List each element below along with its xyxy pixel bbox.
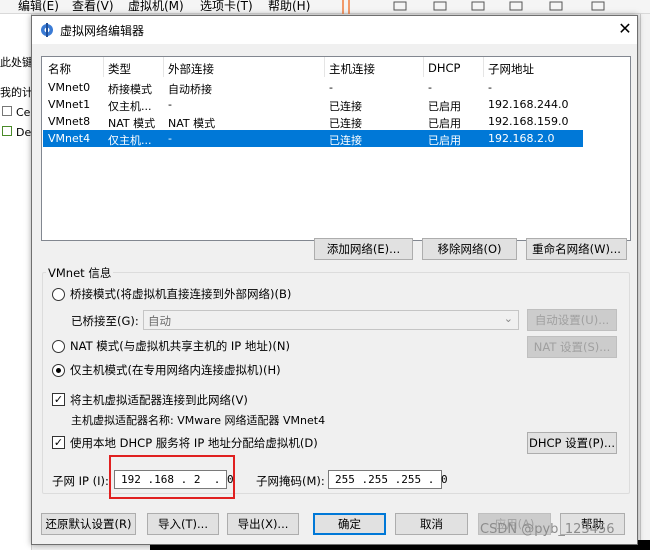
bridged-label[interactable]: 桥接模式(将虚拟机直接连接到外部网络)(B): [70, 286, 291, 302]
cell-name: VMnet0: [48, 81, 91, 94]
title-bar[interactable]: 虚拟网络编辑器 ✕: [32, 16, 637, 44]
cell-dhcp: -: [428, 81, 432, 94]
add-network-button[interactable]: 添加网络(E)...: [314, 238, 413, 260]
background-menubar: 编辑(E) 查看(V) 虚拟机(M) 选项卡(T) 帮助(H): [0, 0, 650, 14]
adapter-name-text: 主机虚拟适配器名称: VMware 网络适配器 VMnet4: [71, 414, 326, 427]
network-globe-icon: [41, 23, 53, 37]
bridged-to-value: 自动: [148, 314, 171, 328]
subnet-mask-label: 子网掩码(M):: [256, 474, 325, 488]
table-row-selected[interactable]: VMnet4 仅主机... - 已连接 已启用 192.168.2.0: [43, 130, 583, 147]
menu-help[interactable]: 帮助(H): [268, 0, 310, 14]
nat-radio[interactable]: [52, 340, 65, 353]
cell-name: VMnet1: [48, 98, 91, 111]
column-dhcp[interactable]: DHCP: [428, 61, 460, 75]
cell-host: -: [329, 81, 333, 94]
toolbar-icon[interactable]: [432, 0, 450, 14]
close-icon[interactable]: ✕: [615, 19, 635, 39]
cell-external: NAT 模式: [168, 117, 216, 130]
background-sidebar: 此处键 我的计 Ce De: [0, 14, 32, 550]
watermark: CSDN @pyb_123456: [480, 522, 615, 537]
sidebar-item-de[interactable]: De: [2, 126, 31, 139]
toolbar-icon[interactable]: [548, 0, 566, 14]
toolbar-icon[interactable]: [338, 0, 356, 14]
table-row[interactable]: VMnet0 桥接模式 自动桥接 - - -: [43, 79, 583, 96]
cell-type: 桥接模式: [108, 83, 152, 96]
cancel-button[interactable]: 取消: [395, 513, 468, 535]
rename-network-button[interactable]: 重命名网络(W)...: [526, 238, 627, 260]
sidebar-item-ce[interactable]: Ce: [2, 106, 30, 119]
import-button[interactable]: 导入(T)...: [147, 513, 219, 535]
menu-tabs[interactable]: 选项卡(T): [200, 0, 253, 14]
cell-external: -: [168, 132, 172, 145]
host-only-radio[interactable]: [52, 364, 65, 377]
cell-host: 已连接: [329, 100, 362, 113]
cell-subnet: 192.168.2.0: [488, 132, 555, 145]
chevron-down-icon: ⌄: [503, 312, 513, 325]
subnet-mask-field[interactable]: 255 .255 .255 . 0: [328, 470, 448, 489]
auto-settings-button[interactable]: 自动设置(U)...: [527, 309, 617, 331]
toolbar-icon[interactable]: [470, 0, 488, 14]
table-row[interactable]: VMnet1 仅主机... - 已连接 已启用 192.168.244.0: [43, 96, 583, 113]
sidebar-text: 此处键: [0, 56, 32, 69]
nat-settings-button[interactable]: NAT 设置(S)...: [527, 336, 617, 358]
subnet-ip-label: 子网 IP (I):: [52, 474, 109, 488]
use-dhcp-checkbox[interactable]: ✓: [52, 436, 65, 449]
bridged-to-select[interactable]: 自动 ⌄: [143, 310, 519, 330]
cell-external: 自动桥接: [168, 83, 212, 96]
network-list[interactable]: 名称 类型 外部连接 主机连接 DHCP 子网地址 VMnet0 桥接模式 自动…: [41, 56, 631, 241]
cell-host: 已连接: [329, 134, 362, 147]
cell-dhcp: 已启用: [428, 134, 461, 147]
cell-dhcp: 已启用: [428, 100, 461, 113]
column-type[interactable]: 类型: [108, 61, 131, 77]
cell-name: VMnet4: [48, 132, 91, 145]
column-subnet[interactable]: 子网地址: [488, 61, 534, 77]
column-name[interactable]: 名称: [48, 61, 71, 77]
column-external[interactable]: 外部连接: [168, 61, 214, 77]
virtual-network-editor-dialog: 虚拟网络编辑器 ✕ 名称 类型 外部连接 主机连接 DHCP 子网地址 VMne…: [31, 15, 638, 545]
cell-external: -: [168, 98, 172, 111]
background-edge: [640, 14, 650, 540]
toolbar-icon[interactable]: [590, 0, 608, 14]
cell-subnet: -: [488, 81, 492, 94]
group-title: VMnet 信息: [46, 265, 114, 281]
dhcp-settings-button[interactable]: DHCP 设置(P)...: [527, 432, 617, 454]
list-header: 名称 类型 外部连接 主机连接 DHCP 子网地址: [42, 57, 630, 77]
cell-subnet: 192.168.159.0: [488, 115, 569, 128]
cell-host: 已连接: [329, 117, 362, 130]
cell-dhcp: 已启用: [428, 117, 461, 130]
toolbar-icon[interactable]: [392, 0, 410, 14]
connect-adapter-checkbox[interactable]: ✓: [52, 393, 65, 406]
use-dhcp-label[interactable]: 使用本地 DHCP 服务将 IP 地址分配给虚拟机(D): [70, 435, 318, 451]
column-host[interactable]: 主机连接: [329, 61, 375, 77]
menu-edit[interactable]: 编辑(E): [18, 0, 59, 14]
table-row[interactable]: VMnet8 NAT 模式 NAT 模式 已连接 已启用 192.168.159…: [43, 113, 583, 130]
highlight-box: [109, 455, 235, 499]
bridged-to-label: 已桥接至(G):: [71, 314, 139, 328]
cell-name: VMnet8: [48, 115, 91, 128]
cell-type: 仅主机...: [108, 134, 152, 147]
restore-defaults-button[interactable]: 还原默认设置(R): [41, 513, 136, 535]
cell-type: 仅主机...: [108, 100, 152, 113]
menu-view[interactable]: 查看(V): [72, 0, 114, 14]
menu-vm[interactable]: 虚拟机(M): [128, 0, 184, 14]
sidebar-text: 我的计: [0, 86, 32, 99]
remove-network-button[interactable]: 移除网络(O): [422, 238, 517, 260]
host-only-label[interactable]: 仅主机模式(在专用网络内连接虚拟机)(H): [70, 362, 281, 378]
connect-adapter-label[interactable]: 将主机虚拟适配器连接到此网络(V): [70, 392, 248, 408]
toolbar-icon[interactable]: [508, 0, 526, 14]
nat-label[interactable]: NAT 模式(与虚拟机共享主机的 IP 地址)(N): [70, 338, 290, 354]
cell-type: NAT 模式: [108, 117, 156, 130]
bridged-radio[interactable]: [52, 288, 65, 301]
cell-subnet: 192.168.244.0: [488, 98, 569, 111]
dialog-title: 虚拟网络编辑器: [60, 24, 145, 38]
ok-button[interactable]: 确定: [313, 513, 386, 535]
export-button[interactable]: 导出(X)...: [227, 513, 299, 535]
